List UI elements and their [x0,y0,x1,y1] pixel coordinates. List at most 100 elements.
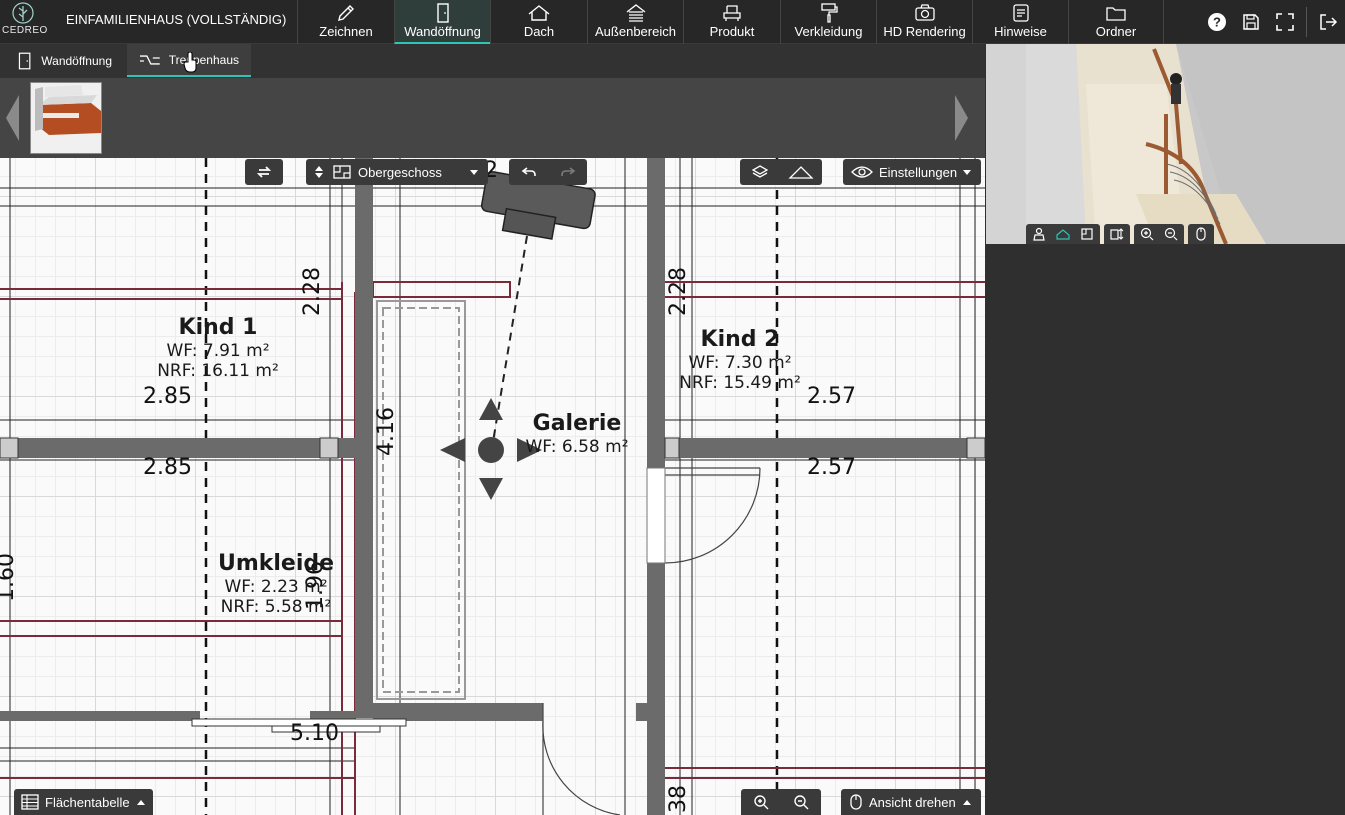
floorplan-icon [1081,228,1093,240]
nav-label: Dach [523,24,555,39]
nav-verkleidung[interactable]: Verkleidung [780,0,876,44]
logo-text: CEDREO [2,25,48,36]
nav-label: Produkt [709,24,755,39]
area-table-label: Flächentabelle [45,794,130,810]
dimension-label: 5.10 [290,721,339,746]
layers-icon [751,165,769,178]
undo-icon [521,167,536,176]
door-icon [18,52,31,69]
staircase-thumbnail[interactable] [30,82,102,154]
height-adjust-icon [1110,228,1124,240]
svg-text:?: ? [1213,15,1221,30]
right-panel [986,244,1345,815]
room-kind-2[interactable]: Kind 2 WF: 7.30 m² NRF: 15.49 m² [670,327,810,393]
person-view-button[interactable] [1030,225,1048,243]
floor-name: Obergeschoss [358,164,442,180]
room-wf: WF: 7.30 m² [688,353,792,373]
chevron-down-icon [315,173,323,178]
dimension-label: 2.85 [143,455,192,480]
pencil-icon [338,5,354,21]
room-nrf: NRF: 15.49 m² [679,373,801,393]
viewer-mouse-group [1188,224,1214,244]
zoom-out-button[interactable] [781,789,821,815]
zoom-in-icon [754,795,769,810]
armchair-icon [723,5,741,21]
room-galerie[interactable]: Galerie WF: 6.58 m² [512,411,642,457]
nav-hd-rendering[interactable]: HD Rendering [876,0,972,44]
camera-height-button[interactable] [1108,225,1126,243]
subtab-wandoeffnung[interactable]: Wandöffnung [4,44,124,77]
nav-zeichnen[interactable]: Zeichnen [297,0,394,44]
logout-button[interactable] [1311,0,1345,44]
viewer-zoom-in-button[interactable] [1138,225,1156,243]
cedreo-logo[interactable]: CEDREO [2,2,48,42]
zoom-out-icon [794,795,809,810]
3d-viewer[interactable] [986,44,1345,244]
nav-label: Wandöffnung [404,24,481,39]
swap-view-button[interactable] [245,159,283,185]
roof-view-button[interactable] [780,159,822,185]
view-mode-group [1026,224,1100,244]
scroll-right-button[interactable] [952,88,972,148]
chevron-down-icon [963,169,971,175]
roof-icon [528,5,550,21]
nav-aussenbereich[interactable]: Außenbereich [587,0,683,44]
door-icon [436,3,449,23]
3d-scene-render [986,44,1345,244]
camera-icon [914,4,935,21]
nav-hinweise[interactable]: Hinweise [972,0,1068,44]
swap-icon [256,166,272,178]
room-wf: WF: 2.23 m² [224,577,328,597]
plan-view-button[interactable] [1078,225,1096,243]
zoom-out-icon [1164,227,1178,241]
nav-wandoeffnung[interactable]: Wandöffnung [394,0,490,44]
room-umkleide[interactable]: Umkleide WF: 2.23 m² NRF: 5.58 m² [206,551,346,617]
mouse-icon [850,794,862,810]
save-button[interactable] [1234,0,1268,44]
viewer-mouse-mode-button[interactable] [1192,225,1210,243]
chevron-up-icon [137,799,145,805]
top-bar: CEDREO EINFAMILIENHAUS (VOLLSTÄNDIG) Zei… [0,0,1345,44]
project-title[interactable]: EINFAMILIENHAUS (VOLLSTÄNDIG) [66,12,286,27]
stairs-icon [139,54,160,65]
logout-icon [1320,14,1338,30]
chevron-up-icon [963,799,971,805]
dimension-label: 38 [666,785,691,813]
dimension-label: 4.16 [374,407,399,456]
help-icon: ? [1208,13,1226,31]
logo-tree-icon [12,2,34,24]
viewer-zoom-group [1134,224,1184,244]
main-nav: Zeichnen Wandöffnung Dach Außenbereich P… [297,0,1164,44]
roof-outline-icon [788,166,814,179]
redo-button[interactable] [548,159,587,185]
nav-label: HD Rendering [883,24,966,39]
aerial-view-button[interactable] [1054,225,1072,243]
room-name: Kind 1 [178,315,258,340]
person-icon [1033,227,1045,241]
zoom-in-button[interactable] [741,789,781,815]
help-button[interactable]: ? [1200,0,1234,44]
nav-ordner[interactable]: Ordner [1068,0,1164,44]
rotate-view-label: Ansicht drehen [869,794,956,810]
camera-height-group [1104,224,1130,244]
camera-marker[interactable] [478,171,596,449]
undo-button[interactable] [509,159,548,185]
floor-plan-canvas[interactable]: 2.28 2.28 2.85 2.85 2.57 2.57 4.16 5.10 … [0,158,985,815]
nav-produkt[interactable]: Produkt [683,0,780,44]
settings-menu[interactable]: Einstellungen [843,159,981,185]
floor-selector[interactable]: Obergeschoss [306,159,488,185]
area-table-toggle[interactable]: Flächentabelle [14,789,153,815]
save-icon [1243,14,1259,30]
fullscreen-button[interactable] [1268,0,1302,44]
hand-cursor-icon [183,52,197,73]
rotate-view-menu[interactable]: Ansicht drehen [841,789,981,815]
room-kind-1[interactable]: Kind 1 WF: 7.91 m² NRF: 16.11 m² [148,315,288,381]
scroll-left-button[interactable] [2,88,22,148]
layers-button[interactable] [740,159,780,185]
nav-dach[interactable]: Dach [490,0,587,44]
floor-stepper[interactable] [306,159,332,185]
subtab-label: Wandöffnung [41,53,112,68]
room-wf: WF: 7.91 m² [166,341,270,361]
viewer-zoom-out-button[interactable] [1162,225,1180,243]
room-name: Umkleide [217,551,335,576]
